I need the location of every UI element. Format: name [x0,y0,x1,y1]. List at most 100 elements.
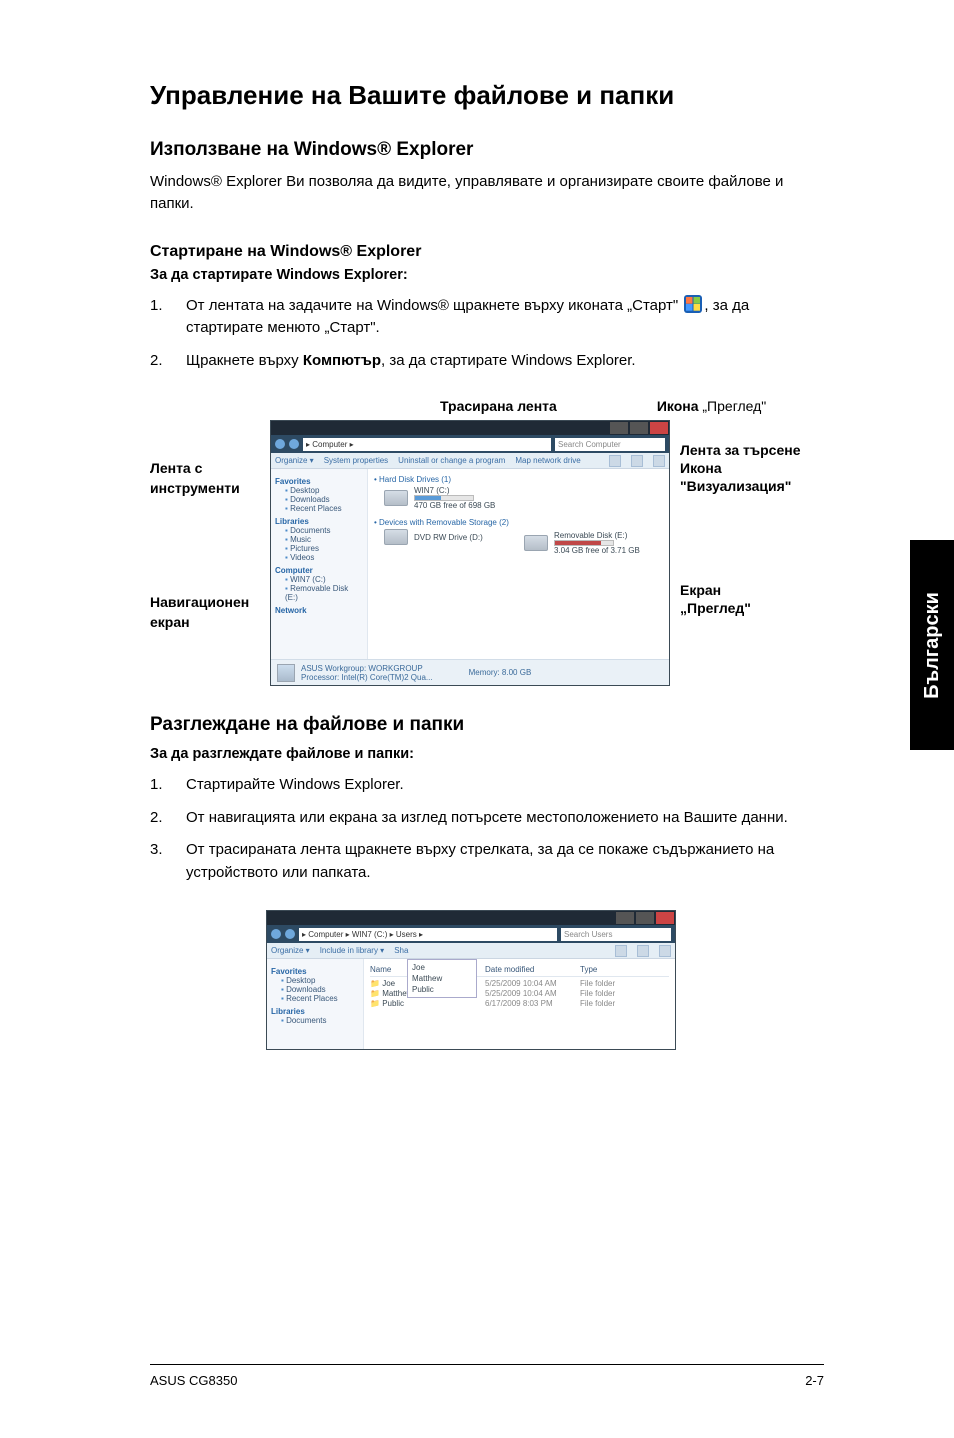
nav-computer[interactable]: Computer [275,566,363,575]
address-bar[interactable]: ▸ Computer ▸ WIN7 (C:) ▸ Users ▸ [299,928,557,941]
drive-icon [384,490,408,506]
nav-downloads[interactable]: Downloads [285,495,363,504]
label-breadcrumb-bar: Трасирана лента [440,398,557,414]
navigation-pane: Favorites Desktop Downloads Recent Place… [267,959,364,1049]
label-view-icon-b: "Визуализация" [680,478,810,494]
footer-page-number: 2-7 [805,1373,824,1388]
list-number: 3. [150,839,186,884]
nav-recent[interactable]: Recent Places [281,994,359,1003]
toolbar-include[interactable]: Include in library ▾ [320,946,385,955]
help-icon[interactable] [653,455,665,467]
launch-explorer-lead: За да стартирате Windows Explorer: [150,267,824,283]
minimize-button[interactable] [610,422,628,434]
language-thumb-tab: Български [910,540,954,750]
section-hdd: • Hard Disk Drives (1) [374,475,663,484]
col-date[interactable]: Date modified [485,965,580,974]
nav-pictures[interactable]: Pictures [285,544,363,553]
nav-libraries[interactable]: Libraries [271,1007,359,1016]
nav-forward-button[interactable] [289,439,299,449]
list-item-text: От навигацията или екрана за изглед потъ… [186,807,788,830]
drive-removable[interactable]: Removable Disk (E:) 3.04 GB free of 3.71… [524,531,663,555]
close-button[interactable] [650,422,668,434]
capacity-bar [414,495,474,501]
page-title: Управление на Вашите файлове и папки [150,80,824,111]
toolbar-sysprops[interactable]: System properties [324,456,388,465]
nav-documents[interactable]: Documents [281,1016,359,1025]
usb-icon [524,535,548,551]
nav-libraries[interactable]: Libraries [275,517,363,526]
nav-downloads[interactable]: Downloads [281,985,359,994]
label-view-icon-a: Икона [680,460,810,476]
maximize-button[interactable] [630,422,648,434]
dropdown-item[interactable]: Public [410,984,474,995]
computer-icon [277,664,295,682]
label-preview-pane-b: „Преглед" [680,600,810,616]
view-icon[interactable] [609,455,621,467]
list-item-text: Стартирайте Windows Explorer. [186,774,404,797]
label-navpane-b: екран [150,614,270,630]
list-item-text: От трасираната лента щракнете върху стре… [186,839,824,884]
intro-paragraph: Windows® Explorer Ви позволяа да видите,… [150,171,824,215]
toolbar-organize[interactable]: Organize ▾ [275,456,314,465]
help-icon[interactable] [659,945,671,957]
window-titlebar [271,421,669,435]
explorer-diagram: Трасирана лента Икона „Преглед" Лента с … [150,398,820,686]
view-icon[interactable] [615,945,627,957]
nav-desktop[interactable]: Desktop [285,486,363,495]
nav-documents[interactable]: Documents [285,526,363,535]
nav-back-button[interactable] [271,929,281,939]
dropdown-item[interactable]: Matthew [410,973,474,984]
maximize-button[interactable] [636,912,654,924]
capacity-bar [554,540,614,546]
explorer-toolbar: Organize ▾ Include in library ▾ Sha [267,943,675,959]
nav-removable[interactable]: Removable Disk (E:) [285,584,363,602]
drive-c[interactable]: WIN7 (C:) 470 GB free of 698 GB [384,486,663,510]
list-number: 2. [150,350,186,373]
list-number: 1. [150,295,186,340]
label-preview-icon: Икона „Преглед" [657,398,766,414]
label-preview-pane-a: Екран [680,582,810,598]
search-input[interactable]: Search Users [561,928,671,941]
nav-favorites[interactable]: Favorites [275,477,363,486]
breadcrumb-dropdown[interactable]: Joe Matthew Public [407,959,477,998]
nav-back-button[interactable] [275,439,285,449]
browse-files-lead: За да разглеждате файлове и папки: [150,746,824,762]
nav-network[interactable]: Network [275,606,363,615]
nav-recent[interactable]: Recent Places [285,504,363,513]
nav-music[interactable]: Music [285,535,363,544]
subsection-launch-explorer: Стартиране на Windows® Explorer [150,243,824,261]
close-button[interactable] [656,912,674,924]
list-number: 2. [150,807,186,830]
list-item-text: От лентата на задачите на Windows® щракн… [186,295,824,340]
toolbar-organize[interactable]: Organize ▾ [271,946,310,955]
minimize-button[interactable] [616,912,634,924]
navigation-pane: Favorites Desktop Downloads Recent Place… [271,469,368,659]
launch-steps-list: 1. От лентата на задачите на Windows® щр… [150,295,824,373]
nav-desktop[interactable]: Desktop [281,976,359,985]
window-titlebar [267,911,675,925]
nav-favorites[interactable]: Favorites [271,967,359,976]
dropdown-item[interactable]: Joe [410,962,474,973]
col-type[interactable]: Type [580,965,597,974]
preview-pane-icon[interactable] [631,455,643,467]
explorer-mock-window: ▸ Computer ▸ Search Computer Organize ▾ … [270,420,670,686]
section-using-explorer: Използване на Windows® Explorer [150,139,824,161]
nav-forward-button[interactable] [285,929,295,939]
status-bar: ASUS Workgroup: WORKGROUP Processor: Int… [271,659,669,685]
toolbar-share[interactable]: Sha [394,946,408,955]
section-browse-files: Разглеждане на файлове и папки [150,714,824,736]
preview-pane-icon[interactable] [637,945,649,957]
browse-steps-list: 1.Стартирайте Windows Explorer. 2.От нав… [150,774,824,884]
explorer-mock-small: ▸ Computer ▸ WIN7 (C:) ▸ Users ▸ Search … [266,910,676,1050]
nav-drive-c[interactable]: WIN7 (C:) [285,575,363,584]
table-row[interactable]: Public6/17/2009 8:03 PMFile folder [370,999,669,1008]
address-bar[interactable]: ▸ Computer ▸ [303,438,551,451]
toolbar-uninstall[interactable]: Uninstall or change a program [398,456,505,465]
label-toolbar-b: инструменти [150,480,270,496]
list-item-text: Щракнете върху Компютър, за да стартират… [186,350,636,373]
toolbar-mapdrive[interactable]: Map network drive [515,456,580,465]
nav-videos[interactable]: Videos [285,553,363,562]
search-input[interactable]: Search Computer [555,438,665,451]
start-icon [684,295,702,313]
footer-product: ASUS CG8350 [150,1373,237,1388]
